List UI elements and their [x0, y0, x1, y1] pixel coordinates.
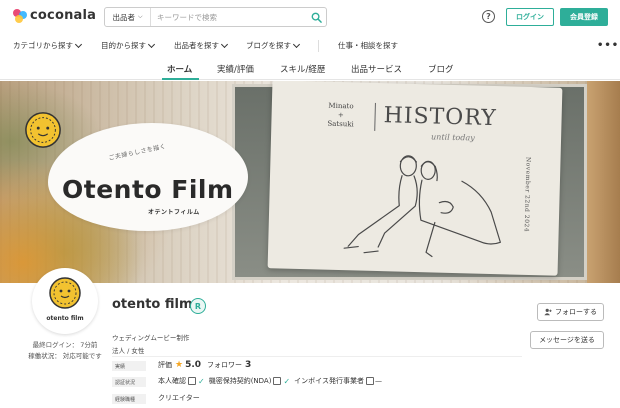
card-history-title: HISTORY	[383, 103, 497, 132]
add-user-icon	[544, 308, 552, 316]
chevron-down-icon	[220, 40, 229, 48]
cover-title-bubble: ご夫婦らしさを描く Otento Film オテントフィルム	[48, 123, 248, 231]
followers-value[interactable]: 3	[245, 360, 251, 370]
cover-subtitle: ご夫婦らしさを描く	[108, 142, 167, 162]
tab-services[interactable]: 出品サービス	[351, 63, 402, 75]
nav-label: ブログを探す	[246, 41, 291, 50]
card-until-today: until today	[430, 132, 475, 143]
site-header: coconala 出品者 ⌵ ? ログイン 会員登録	[0, 0, 620, 34]
search-button[interactable]	[306, 8, 326, 26]
help-icon[interactable]: ?	[482, 10, 495, 23]
document-icon	[273, 377, 282, 385]
invoice-icon	[365, 377, 374, 385]
avatar[interactable]: otento film	[35, 271, 95, 331]
login-button[interactable]: ログイン	[506, 8, 554, 26]
profile-name: otento film	[112, 297, 193, 312]
card-couple-names: Minato + Satsuki	[327, 101, 354, 129]
follow-label: フォローする	[555, 308, 597, 316]
id-card-icon	[188, 377, 196, 385]
profile-tabs: ホーム 実績/評価 スキル/経歴 出品サービス ブログ	[0, 58, 620, 80]
account-type: 法人 / 女性	[112, 347, 145, 355]
row-label-experience: 経験職種	[112, 394, 146, 404]
avatar-label: otento film	[46, 315, 84, 322]
results-row: 評価 ★ 5.0 フォロワー 3	[158, 360, 251, 370]
check-icon: ✓	[283, 376, 291, 386]
verify-identity: 本人確認	[158, 377, 186, 385]
availability-status: 稼働状況： 対応可能です	[28, 352, 102, 360]
last-login: 最終ログイン： 7分前	[32, 341, 98, 349]
nav-divider	[318, 40, 319, 52]
search-icon	[311, 12, 322, 23]
search-category-label: 出品者	[112, 12, 135, 22]
chevron-down-icon: ⌵	[137, 13, 143, 20]
category-nav: カテゴリから探す 目的から探す 出品者を探す ブログを探す 仕事・相談を探す	[0, 36, 620, 56]
rank-badge: R	[190, 298, 206, 314]
coconala-logo[interactable]: coconala	[13, 8, 96, 23]
sun-mascot-icon	[49, 277, 81, 309]
nav-label: カテゴリから探す	[13, 41, 73, 50]
rating-label: 評価	[158, 361, 172, 369]
tab-home[interactable]: ホーム	[167, 63, 192, 75]
experience-value: クリエイター	[158, 394, 200, 402]
nav-blog-search[interactable]: ブログを探す	[246, 40, 301, 51]
logo-mark-icon	[13, 8, 27, 23]
sun-mascot-icon	[25, 112, 61, 148]
active-tab-indicator	[162, 78, 199, 80]
verify-invoice: インボイス発行事業者	[294, 377, 364, 385]
tab-skills[interactable]: スキル/経歴	[280, 63, 325, 75]
cover-kana: オテントフィルム	[148, 209, 200, 216]
divider	[112, 356, 522, 357]
nav-label: 目的から探す	[101, 41, 146, 50]
signup-button[interactable]: 会員登録	[560, 8, 608, 26]
more-menu-icon[interactable]: •••	[597, 40, 619, 51]
verify-dash: —	[374, 377, 382, 385]
verify-nda: 機密保持契約(NDA)	[208, 377, 272, 385]
chevron-down-icon	[74, 40, 83, 48]
cover-image: Minato + Satsuki HISTORY until today Nov…	[0, 81, 620, 283]
search-input[interactable]	[151, 8, 306, 26]
logo-text: coconala	[30, 8, 97, 23]
nav-label: 仕事・相談を探す	[338, 41, 398, 50]
chevron-down-icon	[147, 40, 156, 48]
couple-illustration	[343, 155, 501, 258]
rating-value[interactable]: 5.0	[185, 360, 201, 370]
search-bar: 出品者 ⌵	[104, 7, 327, 27]
tab-results[interactable]: 実績/評価	[217, 63, 254, 75]
cover-history-card: Minato + Satsuki HISTORY until today Nov…	[267, 81, 563, 276]
row-label-results: 実績	[112, 361, 146, 371]
nav-category-search[interactable]: カテゴリから探す	[13, 40, 83, 51]
occupation: ウェディングムービー制作	[112, 334, 190, 342]
cover-title: Otento Film	[62, 175, 234, 204]
followers-label: フォロワー	[207, 361, 243, 369]
nav-seller-search[interactable]: 出品者を探す	[174, 40, 229, 51]
send-message-button[interactable]: メッセージを送る	[530, 331, 604, 349]
card-date: November 22nd 2024	[522, 156, 532, 233]
row-label-verification: 認証状況	[112, 377, 146, 387]
follow-button[interactable]: フォローする	[537, 303, 604, 321]
nav-purpose-search[interactable]: 目的から探す	[101, 40, 156, 51]
nav-label: 出品者を探す	[174, 41, 219, 50]
tab-blog[interactable]: ブログ	[428, 63, 454, 75]
chevron-down-icon	[292, 40, 301, 48]
verification-row: 本人確認 ✓ 機密保持契約(NDA) ✓ インボイス発行事業者 —	[158, 376, 382, 386]
check-icon: ✓	[198, 376, 205, 386]
login-info: 最終ログイン： 7分前 稼働状況： 対応可能です	[10, 340, 120, 362]
nav-job-search[interactable]: 仕事・相談を探す	[338, 40, 398, 51]
search-category-select[interactable]: 出品者 ⌵	[105, 8, 151, 26]
star-icon: ★	[175, 360, 184, 370]
